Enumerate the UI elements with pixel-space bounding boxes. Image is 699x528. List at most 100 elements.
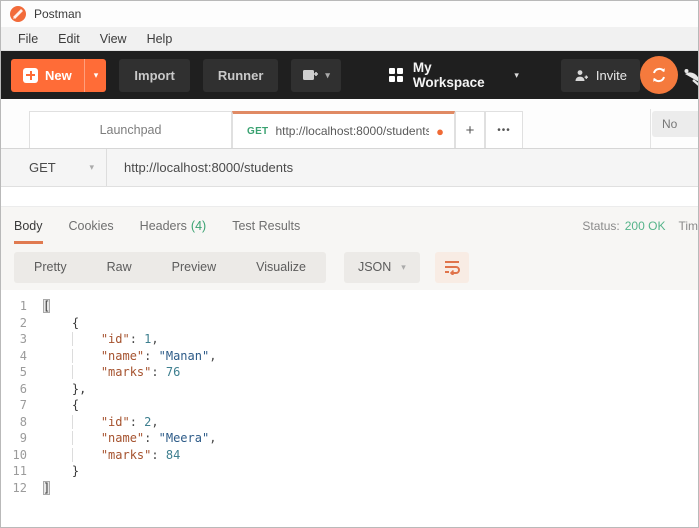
line-number: 8 [1,414,43,431]
format-caret-icon: ▾ [401,262,406,273]
headers-count-badge: (4) [191,219,206,233]
code-line: 10 "marks": 84 [1,447,698,464]
response-header: Body Cookies Headers (4) Test Results Status… [1,207,698,290]
line-content: "id": 1, [43,331,159,348]
response-tab-headers[interactable]: Headers (4) [140,207,207,244]
request-builder-row: GET ▾ http://localhost:8000/students [1,149,698,187]
code-line: 6 }, [1,381,698,398]
view-mode-visualize[interactable]: Visualize [236,252,326,283]
method-dropdown[interactable]: GET ▾ [1,149,107,186]
code-line: 4 "name": "Manan", [1,348,698,365]
line-content: { [43,315,79,332]
line-number: 2 [1,315,43,332]
main-toolbar: New ▾ Import Runner ▾ My Workspace ▾ Inv… [1,51,698,99]
response-tab-label: Test Results [232,219,300,233]
invite-person-icon [574,69,589,82]
workspace-caret-icon[interactable]: ▾ [514,70,519,81]
time-label: Tim [678,219,698,233]
tab-options-button[interactable]: ••• [485,111,523,148]
new-window-icon [302,68,318,82]
line-number: 5 [1,364,43,381]
runner-button[interactable]: Runner [203,59,279,92]
response-tab-label: Body [14,219,43,233]
open-new-tab-button[interactable]: + [455,111,485,148]
line-number: 9 [1,430,43,447]
workspace-grid-icon[interactable] [389,68,403,82]
wrap-lines-icon [443,259,461,275]
response-status: Status: 200 OK Tim [582,207,698,244]
response-tabs: Body Cookies Headers (4) Test Results Status… [1,207,698,244]
tab-method-badge: GET [247,126,268,137]
code-line: 11 } [1,463,698,480]
view-mode-preview[interactable]: Preview [152,252,236,283]
code-line: 8 "id": 2, [1,414,698,431]
wrap-lines-button[interactable] [435,252,469,283]
import-button[interactable]: Import [119,59,189,92]
new-dropdown-caret-icon[interactable]: ▾ [84,59,107,92]
environment-selector[interactable]: No [652,111,699,137]
menu-item-file[interactable]: File [9,29,47,49]
satellite-icon[interactable] [683,64,698,93]
status-value: 200 OK [625,219,666,233]
plus-icon [23,68,38,83]
line-content: "marks": 84 [43,447,180,464]
invite-button[interactable]: Invite [561,59,640,92]
workspace-selector[interactable]: My Workspace [413,60,506,90]
line-number: 11 [1,463,43,480]
code-line: 12] [1,480,698,497]
response-tab-label: Cookies [69,219,114,233]
response-tab-cookies[interactable]: Cookies [69,207,114,244]
line-content: ] [43,480,50,497]
code-line: 2 { [1,315,698,332]
format-dropdown[interactable]: JSON ▾ [344,252,420,283]
line-content: } [43,463,79,480]
view-mode-pretty[interactable]: Pretty [14,252,87,283]
code-line: 9 "name": "Meera", [1,430,698,447]
url-input[interactable]: http://localhost:8000/students [107,149,698,186]
new-button-label: New [45,68,72,83]
code-line: 1[ [1,298,698,315]
response-tab-test-results[interactable]: Test Results [232,207,300,244]
menu-bar: FileEditViewHelp [1,27,698,51]
line-content: "id": 2, [43,414,159,431]
line-content: "name": "Meera", [43,430,216,447]
tab-url-label: http://localhost:8000/students [275,124,429,138]
format-value: JSON [358,260,391,274]
line-number: 3 [1,331,43,348]
method-value: GET [29,160,89,175]
line-number: 1 [1,298,43,315]
response-body-editor[interactable]: 1[2 {3 "id": 1,4 "name": "Manan",5 "mark… [1,290,698,527]
line-content: { [43,397,79,414]
tab-launchpad[interactable]: Launchpad [29,111,232,148]
line-number: 6 [1,381,43,398]
menu-item-edit[interactable]: Edit [49,29,89,49]
line-content: "name": "Manan", [43,348,216,365]
line-number: 12 [1,480,43,497]
unsaved-changes-dot-icon: ● [436,125,444,138]
new-button-main[interactable]: New [11,68,84,83]
divider [650,109,651,148]
request-tab-strip: Launchpad GET http://localhost:8000/stud… [1,99,698,149]
view-mode-raw[interactable]: Raw [87,252,152,283]
response-tab-label: Headers [140,219,187,233]
response-tab-body[interactable]: Body [14,207,43,244]
line-content: }, [43,381,86,398]
code-line: 5 "marks": 76 [1,364,698,381]
sync-status-button[interactable] [640,56,678,94]
view-mode-segment: PrettyRawPreviewVisualize [14,252,326,283]
invite-label: Invite [596,68,627,83]
title-bar: Postman [1,1,698,27]
line-content: [ [43,298,50,315]
tab-active-request[interactable]: GET http://localhost:8000/students ● [232,111,455,148]
menu-item-help[interactable]: Help [138,29,182,49]
new-window-button[interactable]: ▾ [291,59,341,92]
new-button[interactable]: New ▾ [11,59,106,92]
status-label: Status: [582,219,619,233]
postman-window: Postman FileEditViewHelp New ▾ Import Ru… [0,0,699,528]
divider [1,187,698,207]
line-number: 4 [1,348,43,365]
menu-item-view[interactable]: View [91,29,136,49]
postman-logo-icon [10,6,26,22]
method-caret-icon: ▾ [89,162,94,173]
new-window-caret-icon: ▾ [325,70,330,81]
